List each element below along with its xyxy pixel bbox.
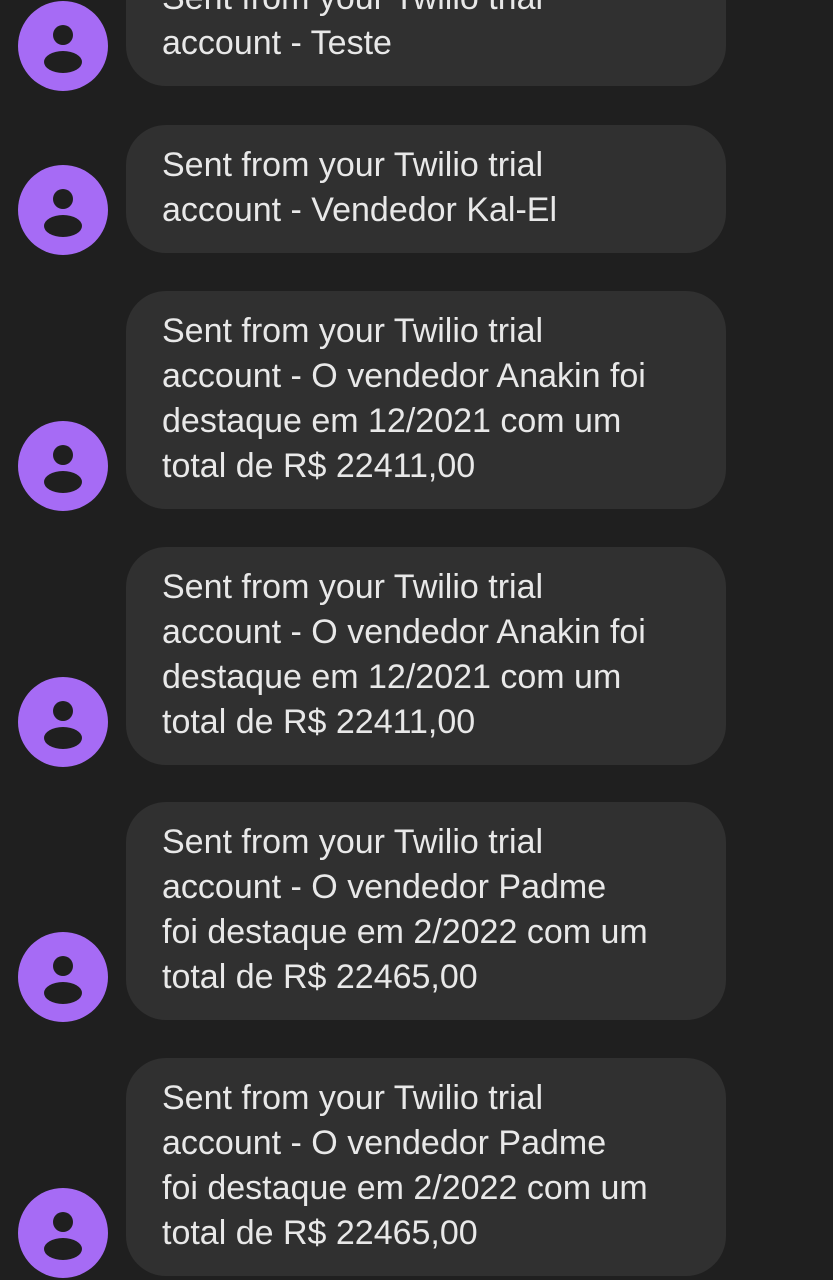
avatar[interactable]: [18, 1, 108, 91]
message-bubble[interactable]: Sent from your Twilio trial account - O …: [126, 547, 726, 765]
person-icon: [44, 701, 82, 749]
avatar[interactable]: [18, 932, 108, 1022]
person-icon: [44, 956, 82, 1004]
message-bubble[interactable]: Sent from your Twilio trial account - O …: [126, 291, 726, 509]
person-icon: [44, 1212, 82, 1260]
person-icon: [44, 25, 82, 73]
message-bubble[interactable]: Sent from your Twilio trial account - Te…: [126, 0, 726, 86]
avatar[interactable]: [18, 165, 108, 255]
message-bubble[interactable]: Sent from your Twilio trial account - O …: [126, 1058, 726, 1276]
avatar[interactable]: [18, 1188, 108, 1278]
person-icon: [44, 189, 82, 237]
message-bubble[interactable]: Sent from your Twilio trial account - Ve…: [126, 125, 726, 253]
message-bubble[interactable]: Sent from your Twilio trial account - O …: [126, 802, 726, 1020]
person-icon: [44, 445, 82, 493]
avatar[interactable]: [18, 677, 108, 767]
avatar[interactable]: [18, 421, 108, 511]
